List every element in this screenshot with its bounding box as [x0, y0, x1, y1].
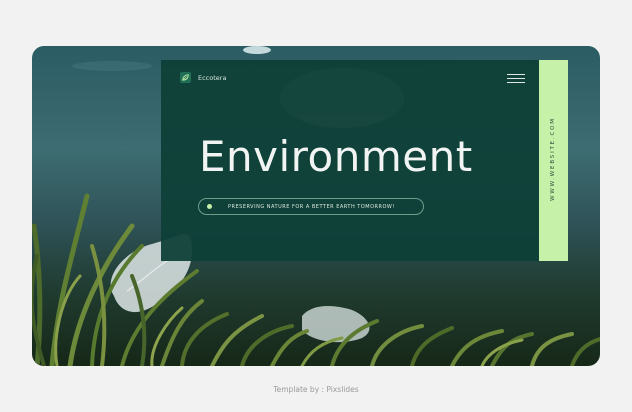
template-credit: Template by : Pixslides: [273, 385, 359, 394]
leaf-icon: [180, 72, 191, 83]
brand-name: Eccotera: [198, 73, 227, 82]
hamburger-menu-icon[interactable]: [507, 74, 525, 84]
tagline-text: PRESERVING NATURE FOR A BETTER EARTH TOM…: [228, 203, 395, 210]
website-label[interactable]: WWW.WEBSITE.COM: [550, 117, 556, 201]
bullet-dot-icon: [207, 204, 212, 209]
tagline-pill: PRESERVING NATURE FOR A BETTER EARTH TOM…: [198, 198, 424, 215]
brand[interactable]: Eccotera: [180, 72, 226, 83]
page-title: Environment: [199, 132, 473, 181]
